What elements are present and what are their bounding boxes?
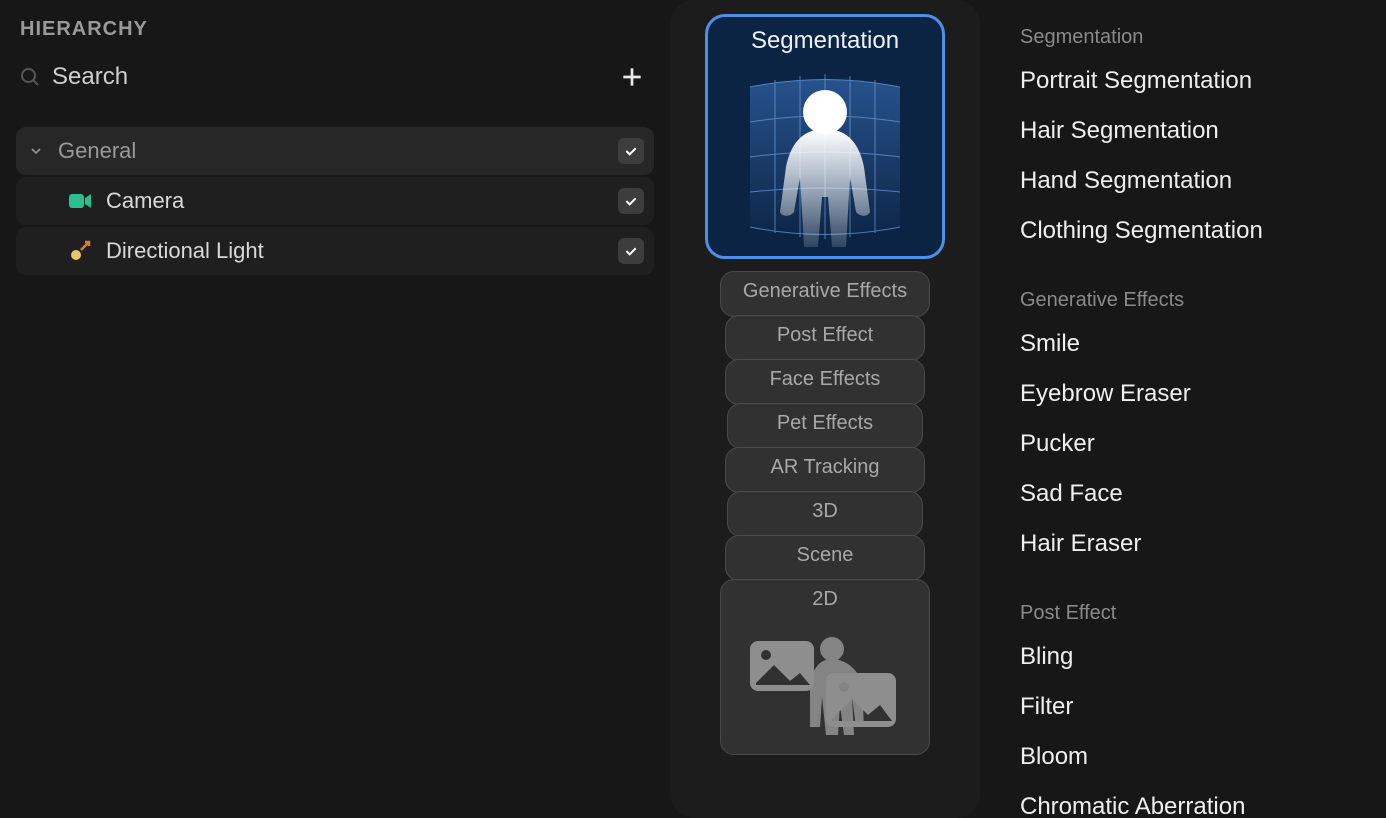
details-item[interactable]: Portrait Segmentation xyxy=(1020,67,1376,95)
details-section-post-effect: Post Effect Bling Filter Bloom Chromatic… xyxy=(1020,602,1376,818)
category-card-post-effect[interactable]: Post Effect xyxy=(725,315,925,361)
category-label: 3D xyxy=(812,500,838,522)
details-item[interactable]: Hand Segmentation xyxy=(1020,167,1376,195)
chevron-down-icon xyxy=(26,143,46,159)
search-input[interactable]: Search xyxy=(18,63,602,91)
details-item[interactable]: Hair Eraser xyxy=(1020,530,1376,558)
details-panel: Segmentation Portrait Segmentation Hair … xyxy=(980,0,1386,818)
category-label: Face Effects xyxy=(770,368,881,390)
details-item[interactable]: Bloom xyxy=(1020,743,1376,771)
category-label: Scene xyxy=(797,544,854,566)
search-placeholder: Search xyxy=(52,63,128,91)
details-section-segmentation: Segmentation Portrait Segmentation Hair … xyxy=(1020,26,1376,245)
category-card-face-effects[interactable]: Face Effects xyxy=(725,359,925,405)
details-item[interactable]: Filter xyxy=(1020,693,1376,721)
details-item[interactable]: Pucker xyxy=(1020,430,1376,458)
hierarchy-tree: General Camera xyxy=(16,127,654,275)
category-label: 2D xyxy=(812,588,838,611)
details-item[interactable]: Hair Segmentation xyxy=(1020,117,1376,145)
details-item[interactable]: Sad Face xyxy=(1020,480,1376,508)
category-label: Post Effect xyxy=(777,324,873,346)
segmentation-illustration xyxy=(708,63,942,256)
details-section-header: Segmentation xyxy=(1020,26,1376,49)
tree-label: Camera xyxy=(106,188,606,214)
category-card-ar-tracking[interactable]: AR Tracking xyxy=(725,447,925,493)
tree-row-general[interactable]: General xyxy=(16,127,654,175)
details-item[interactable]: Bling xyxy=(1020,643,1376,671)
category-card-scene[interactable]: Scene xyxy=(725,535,925,581)
visibility-toggle[interactable] xyxy=(618,138,644,164)
details-item[interactable]: Eyebrow Eraser xyxy=(1020,380,1376,408)
details-item[interactable]: Chromatic Aberration xyxy=(1020,793,1376,818)
category-card-2d[interactable]: 2D xyxy=(720,579,930,755)
category-card-title: Segmentation xyxy=(751,27,899,55)
camera-icon xyxy=(66,187,94,215)
category-label: Pet Effects xyxy=(777,412,873,434)
tree-row-camera[interactable]: Camera xyxy=(16,177,654,225)
hierarchy-panel: HIERARCHY Search General xyxy=(0,0,670,818)
tree-label: Directional Light xyxy=(106,238,606,264)
category-card-segmentation[interactable]: Segmentation xyxy=(705,14,945,259)
2d-illustration xyxy=(740,611,910,754)
category-card-column: Segmentation xyxy=(670,0,980,818)
category-card-3d[interactable]: 3D xyxy=(727,491,923,537)
visibility-toggle[interactable] xyxy=(618,238,644,264)
plus-icon xyxy=(619,64,645,90)
add-button[interactable] xyxy=(614,59,650,95)
category-card-pet-effects[interactable]: Pet Effects xyxy=(727,403,923,449)
details-item[interactable]: Clothing Segmentation xyxy=(1020,217,1376,245)
visibility-toggle[interactable] xyxy=(618,188,644,214)
details-section-header: Post Effect xyxy=(1020,602,1376,625)
category-card-stack: Generative Effects Post Effect Face Effe… xyxy=(720,271,930,755)
details-section-header: Generative Effects xyxy=(1020,289,1376,312)
category-card-generative-effects[interactable]: Generative Effects xyxy=(720,271,930,317)
details-item[interactable]: Smile xyxy=(1020,330,1376,358)
category-label: AR Tracking xyxy=(771,456,880,478)
details-section-generative-effects: Generative Effects Smile Eyebrow Eraser … xyxy=(1020,289,1376,558)
search-icon xyxy=(18,65,42,89)
tree-row-directional-light[interactable]: Directional Light xyxy=(16,227,654,275)
tree-label: General xyxy=(58,138,606,164)
directional-light-icon xyxy=(66,237,94,265)
hierarchy-title: HIERARCHY xyxy=(16,18,654,41)
category-label: Generative Effects xyxy=(743,280,907,302)
